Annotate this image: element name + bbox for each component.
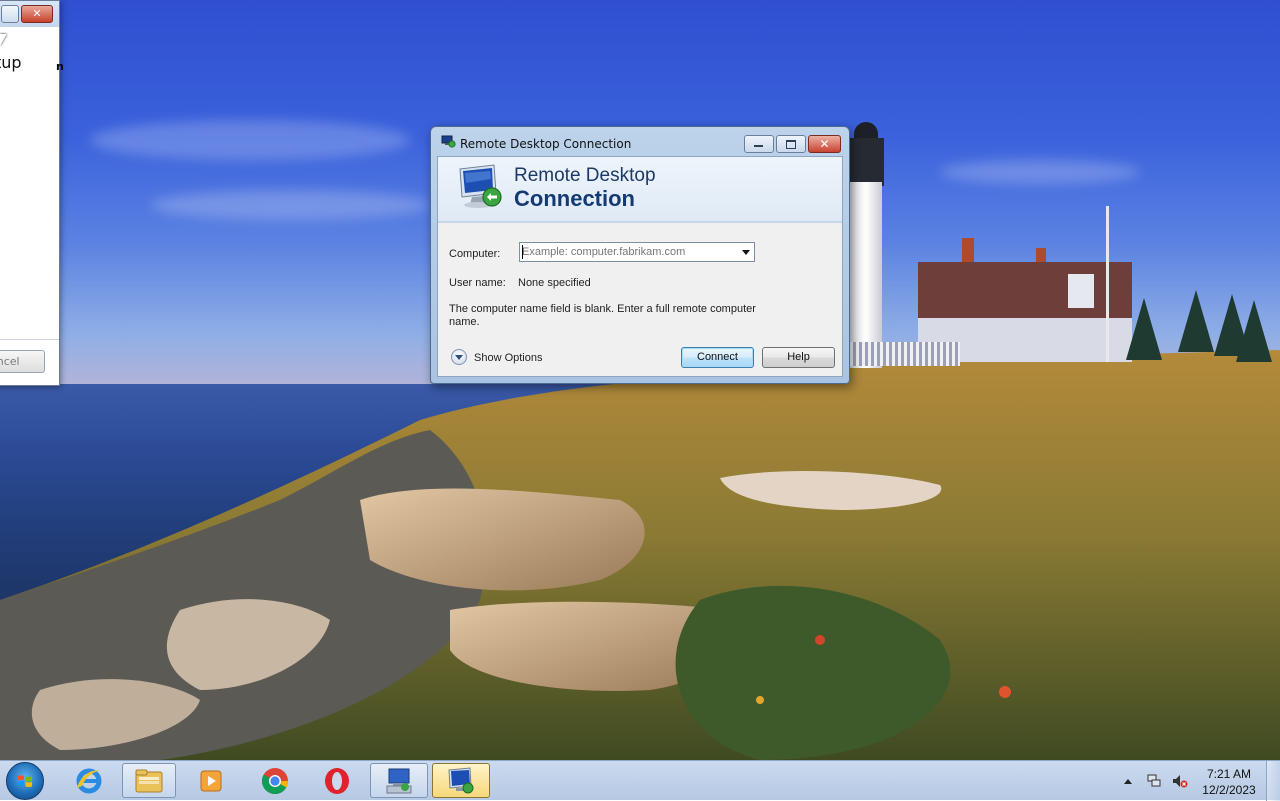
folder-icon — [134, 768, 164, 794]
background-window-restore-button[interactable] — [1, 5, 19, 23]
username-value: None specified — [518, 277, 591, 289]
windows-logo-icon — [17, 773, 33, 789]
taskbar: 7:21 AM 12/2/2023 — [0, 760, 1280, 800]
clock-time[interactable]: 7:21 AM — [1200, 767, 1258, 781]
background-setup-window[interactable]: ✕ tup ancel — [0, 0, 60, 386]
minimize-button[interactable] — [744, 135, 774, 153]
opera-icon — [322, 766, 352, 796]
close-button[interactable]: ✕ — [808, 135, 841, 153]
banner-title-line2: Connection — [514, 186, 635, 212]
tree — [1236, 300, 1272, 362]
maximize-button[interactable] — [776, 135, 806, 153]
username-label: User name: — [449, 277, 506, 289]
clock-date[interactable]: 12/2/2023 — [1200, 783, 1258, 797]
taskbar-google-chrome[interactable] — [248, 763, 302, 798]
taskbar-windows-explorer[interactable] — [122, 763, 176, 798]
taskbar-remote-desktop-connection[interactable] — [432, 763, 490, 798]
text-caret — [522, 245, 523, 259]
computer-label: Computer: — [449, 248, 500, 260]
lighthouse — [848, 118, 884, 368]
rdc-icon — [446, 766, 476, 796]
show-hidden-icons-button[interactable] — [1124, 779, 1132, 784]
media-player-icon — [198, 768, 224, 794]
chevron-down-icon[interactable] — [738, 243, 754, 261]
ie-icon — [74, 766, 104, 796]
dialog-title: Remote Desktop Connection — [460, 137, 631, 151]
desktop-text-fragment: n — [56, 60, 64, 73]
help-button[interactable]: Help — [762, 347, 835, 368]
background-window-titlebar[interactable]: ✕ — [0, 1, 59, 27]
installer-icon — [384, 766, 414, 796]
volume-muted-icon[interactable] — [1172, 774, 1188, 788]
taskbar-windows-media-player[interactable] — [184, 763, 238, 798]
taskbar-internet-explorer[interactable] — [62, 763, 116, 798]
chrome-icon — [260, 766, 290, 796]
tree — [1126, 298, 1162, 360]
show-desktop-button[interactable] — [1266, 761, 1280, 801]
dialog-client-area: Remote Desktop Connection — [437, 156, 843, 377]
start-button[interactable] — [6, 762, 44, 800]
status-message: The computer name field is blank. Enter … — [449, 303, 769, 329]
minimize-icon — [754, 145, 763, 147]
expand-options-icon[interactable] — [451, 349, 467, 365]
maximize-icon — [786, 140, 796, 149]
background-window-cancel-button[interactable]: ancel — [0, 350, 45, 373]
background-window-heading: tup — [0, 53, 22, 72]
tree — [1178, 290, 1214, 352]
show-options-link[interactable]: Show Options — [474, 352, 542, 364]
connect-button[interactable]: Connect — [681, 347, 754, 368]
banner-title-line1: Remote Desktop — [514, 165, 656, 187]
background-window-close-button[interactable]: ✕ — [21, 5, 53, 23]
computer-combobox[interactable] — [519, 242, 755, 262]
divider — [0, 339, 59, 340]
remote-desktop-connection-dialog[interactable]: Remote Desktop Connection ✕ Remote Deskt… — [430, 126, 850, 384]
taskbar-opera[interactable] — [310, 763, 364, 798]
taskbar-remote-desktop-setup[interactable] — [370, 763, 428, 798]
flag-pole — [1106, 206, 1109, 362]
rdc-logo-icon — [456, 163, 504, 211]
computer-input[interactable] — [522, 244, 732, 260]
dialog-titlebar[interactable]: Remote Desktop Connection ✕ — [431, 127, 849, 157]
close-icon: ✕ — [809, 136, 840, 152]
mouse-cursor-icon — [0, 34, 7, 46]
rdc-icon — [441, 135, 456, 148]
dialog-banner: Remote Desktop Connection — [438, 157, 842, 223]
fence — [850, 342, 960, 366]
network-icon[interactable] — [1147, 774, 1161, 788]
